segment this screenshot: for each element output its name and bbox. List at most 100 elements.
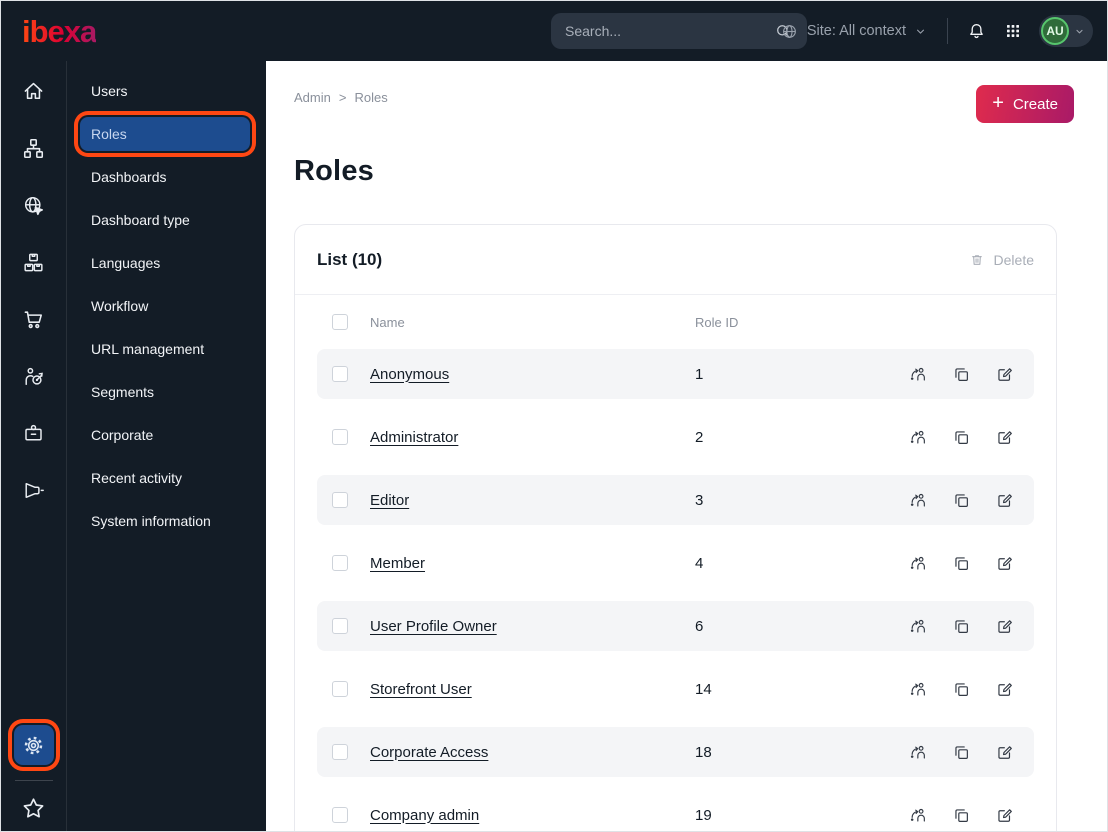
sidebar-item-label: Dashboards — [91, 169, 167, 185]
sidebar-item-system-information[interactable]: System information — [80, 504, 250, 538]
column-header-name[interactable]: Name — [370, 315, 695, 330]
assign-user-icon — [910, 682, 925, 696]
edit-role-button[interactable] — [995, 491, 1014, 510]
assign-user-icon — [910, 493, 925, 507]
assign-role-button[interactable] — [908, 490, 928, 510]
admin-settings-button[interactable] — [13, 725, 54, 765]
assign-role-button[interactable] — [908, 616, 928, 636]
plus-icon: + — [992, 92, 1004, 114]
row-checkbox[interactable] — [332, 681, 348, 697]
copy-role-button[interactable] — [952, 365, 971, 384]
select-all-checkbox[interactable] — [332, 314, 348, 330]
edit-role-button[interactable] — [995, 743, 1014, 762]
row-actions — [908, 490, 1014, 510]
rail-commerce-button[interactable] — [17, 302, 51, 336]
sidebar-item-recent-activity[interactable]: Recent activity — [80, 461, 250, 495]
role-id-cell: 18 — [695, 743, 712, 761]
role-name-link[interactable]: Company admin — [370, 807, 695, 824]
copy-role-button[interactable] — [952, 617, 971, 636]
create-button[interactable]: + Create — [976, 85, 1074, 123]
rail-dashboard-button[interactable] — [17, 74, 51, 108]
sidebar-item-segments[interactable]: Segments — [80, 375, 250, 409]
row-checkbox[interactable] — [332, 429, 348, 445]
copy-role-button[interactable] — [952, 554, 971, 573]
copy-role-button[interactable] — [952, 806, 971, 825]
user-menu[interactable]: AU — [1039, 15, 1093, 47]
trash-icon — [971, 254, 982, 265]
assign-role-button[interactable] — [908, 679, 928, 699]
role-name-link[interactable]: User Profile Owner — [370, 618, 695, 635]
site-context-selector[interactable]: Site: All context — [780, 22, 927, 41]
breadcrumb-item-roles[interactable]: Roles — [354, 90, 387, 105]
megaphone-icon — [25, 482, 44, 498]
rail-content-button[interactable] — [17, 131, 51, 165]
role-name-link[interactable]: Corporate Access — [370, 744, 695, 761]
search-input[interactable]: Search... — [551, 13, 807, 49]
copy-role-button[interactable] — [952, 680, 971, 699]
rail-site-button[interactable] — [17, 188, 51, 222]
sidebar-item-label: Roles — [91, 126, 127, 142]
assign-user-icon — [910, 367, 925, 381]
create-button-label: Create — [1012, 95, 1058, 113]
assign-user-icon — [910, 430, 925, 444]
assign-role-button[interactable] — [908, 805, 928, 825]
role-id-cell: 6 — [695, 617, 704, 635]
row-checkbox[interactable] — [332, 366, 348, 382]
main-content: Admin > Roles + Create Roles List (10) D… — [266, 61, 1107, 831]
row-actions — [908, 616, 1014, 636]
bell-icon — [970, 23, 983, 38]
role-name-link[interactable]: Member — [370, 555, 695, 572]
sidebar-item-url-management[interactable]: URL management — [80, 332, 250, 366]
sidebar-item-workflow[interactable]: Workflow — [80, 289, 250, 323]
edit-role-button[interactable] — [995, 365, 1014, 384]
role-name-link[interactable]: Administrator — [370, 429, 695, 446]
edit-role-button[interactable] — [995, 554, 1014, 573]
delete-button[interactable]: Delete — [969, 252, 1034, 268]
bookmarks-button[interactable] — [17, 791, 51, 825]
sidebar-item-dashboards[interactable]: Dashboards — [80, 160, 250, 194]
row-checkbox[interactable] — [332, 618, 348, 634]
delete-button-label: Delete — [993, 251, 1034, 268]
edit-role-button[interactable] — [995, 617, 1014, 636]
role-name-link[interactable]: Anonymous — [370, 366, 695, 383]
breadcrumb-item-admin[interactable]: Admin — [294, 90, 331, 105]
breadcrumb: Admin > Roles — [294, 90, 388, 105]
copy-role-button[interactable] — [952, 491, 971, 510]
rail-corporate-button[interactable] — [17, 416, 51, 450]
edit-role-button[interactable] — [995, 680, 1014, 699]
site-context-label: Site: All context — [806, 23, 906, 39]
sidebar-item-dashboard-type[interactable]: Dashboard type — [80, 203, 250, 237]
column-header-role-id[interactable]: Role ID — [695, 315, 738, 330]
ibexa-logo[interactable]: ibexa — [22, 16, 97, 47]
sidebar-item-users[interactable]: Users — [80, 74, 250, 108]
list-title: List (10) — [317, 249, 383, 269]
assign-role-button[interactable] — [908, 742, 928, 762]
copy-role-button[interactable] — [952, 743, 971, 762]
row-checkbox[interactable] — [332, 555, 348, 571]
cart-icon — [24, 310, 42, 328]
role-name-link[interactable]: Storefront User — [370, 681, 695, 698]
sidebar-item-languages[interactable]: Languages — [80, 246, 250, 280]
assign-role-button[interactable] — [908, 553, 928, 573]
role-name-link[interactable]: Editor — [370, 492, 695, 509]
assign-role-button[interactable] — [908, 427, 928, 447]
gear-icon — [24, 736, 43, 754]
copy-role-button[interactable] — [952, 428, 971, 447]
rail-campaigns-button[interactable] — [17, 473, 51, 507]
edit-role-button[interactable] — [995, 428, 1014, 447]
rail-personalization-button[interactable] — [17, 359, 51, 393]
row-checkbox[interactable] — [332, 492, 348, 508]
sidebar-item-corporate[interactable]: Corporate — [80, 418, 250, 452]
row-checkbox[interactable] — [332, 744, 348, 760]
sidebar-item-roles[interactable]: Roles — [80, 117, 250, 151]
table-row: Storefront User 14 — [317, 664, 1034, 714]
assign-role-button[interactable] — [908, 364, 928, 384]
home-icon — [24, 82, 43, 99]
rail-products-button[interactable] — [17, 245, 51, 279]
copy-icon — [955, 367, 968, 381]
edit-role-button[interactable] — [995, 806, 1014, 825]
app-grid-button[interactable] — [1004, 22, 1022, 40]
table-header: Name Role ID — [295, 295, 1056, 349]
notifications-button[interactable] — [966, 21, 987, 42]
row-checkbox[interactable] — [332, 807, 348, 823]
